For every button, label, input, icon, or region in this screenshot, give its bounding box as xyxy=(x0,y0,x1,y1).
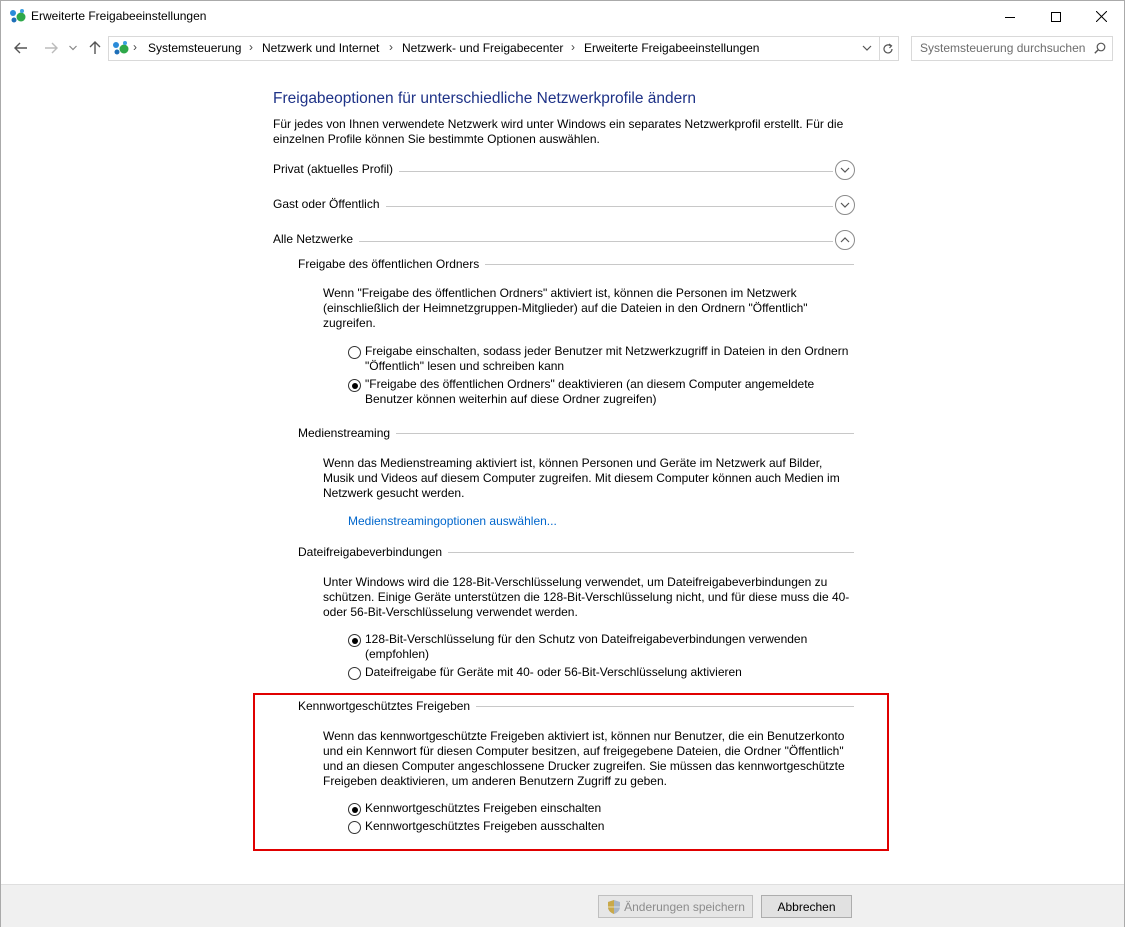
profile-header-private[interactable]: Privat (aktuelles Profil) xyxy=(273,160,855,186)
chevron-down-icon xyxy=(69,45,77,51)
collapse-chevron-icon[interactable] xyxy=(835,230,855,250)
profile-label: Privat (aktuelles Profil) xyxy=(273,162,400,176)
radio-button[interactable] xyxy=(348,379,361,392)
window-title: Erweiterte Freigabeeinstellungen xyxy=(31,9,207,23)
profile-header-guest-public[interactable]: Gast oder Öffentlich xyxy=(273,195,855,221)
search-box[interactable] xyxy=(911,36,1113,61)
breadcrumb-item[interactable]: Erweiterte Freigabeeinstellungen xyxy=(584,41,759,55)
radio-button[interactable] xyxy=(348,346,361,359)
breadcrumb-separator-icon: › xyxy=(133,40,137,54)
highlight-box xyxy=(253,693,889,851)
section-title: Dateifreigabeverbindungen xyxy=(298,545,449,559)
section-description: Wenn "Freigabe des öffentlichen Ordners"… xyxy=(323,286,808,330)
uac-shield-icon xyxy=(608,899,621,914)
radio-public-folder-disable[interactable]: "Freigabe des öffentlichen Ordners" deak… xyxy=(348,377,814,407)
section-title: Medienstreaming xyxy=(298,426,397,440)
section-title: Freigabe des öffentlichen Ordners xyxy=(298,257,486,271)
breadcrumb-item[interactable]: Netzwerk und Internet xyxy=(262,41,379,55)
address-bar[interactable]: › Systemsteuerung › Netzwerk und Interne… xyxy=(108,36,880,61)
radio-40-56bit-encryption[interactable]: Dateifreigabe für Geräte mit 40- oder 56… xyxy=(348,665,742,680)
search-icon[interactable] xyxy=(1094,42,1106,57)
profile-label: Gast oder Öffentlich xyxy=(273,197,386,211)
section-media-streaming-header: Medienstreaming xyxy=(298,426,854,442)
back-button[interactable] xyxy=(11,37,31,59)
cancel-button[interactable]: Abbrechen xyxy=(761,895,852,918)
media-streaming-options-link[interactable]: Medienstreamingoptionen auswählen... xyxy=(348,514,557,528)
network-icon xyxy=(9,8,27,24)
breadcrumb-item[interactable]: Netzwerk- und Freigabecenter xyxy=(402,41,563,55)
refresh-icon xyxy=(883,43,893,53)
profile-label: Alle Netzwerke xyxy=(273,232,360,246)
refresh-button[interactable] xyxy=(878,36,899,61)
minimize-button[interactable] xyxy=(987,1,1033,32)
breadcrumb-separator-icon: › xyxy=(389,40,393,54)
back-arrow-icon xyxy=(14,42,27,54)
title-bar: Erweiterte Freigabeeinstellungen xyxy=(1,1,1124,32)
window: Erweiterte Freigabeeinstellungen › Syste… xyxy=(0,0,1125,927)
section-file-sharing-header: Dateifreigabeverbindungen xyxy=(298,545,854,561)
radio-button[interactable] xyxy=(348,634,361,647)
address-dropdown-icon[interactable] xyxy=(861,41,875,55)
profile-header-all-networks[interactable]: Alle Netzwerke xyxy=(273,230,855,256)
section-public-folder-header: Freigabe des öffentlichen Ordners xyxy=(298,257,854,273)
expand-chevron-icon[interactable] xyxy=(835,195,855,215)
section-description: Wenn das Medienstreaming aktiviert ist, … xyxy=(323,456,840,500)
page-title: Freigabeoptionen für unterschiedliche Ne… xyxy=(273,90,697,107)
radio-button[interactable] xyxy=(348,667,361,680)
recent-locations-button[interactable] xyxy=(67,37,79,59)
network-icon xyxy=(112,40,130,56)
maximize-button[interactable] xyxy=(1033,1,1079,32)
radio-128bit-encryption[interactable]: 128-Bit-Verschlüsselung für den Schutz v… xyxy=(348,632,807,662)
save-changes-button[interactable]: Änderungen speichern xyxy=(598,895,753,918)
breadcrumb-separator-icon: › xyxy=(249,40,253,54)
expand-chevron-icon[interactable] xyxy=(835,160,855,180)
forward-button[interactable] xyxy=(41,37,61,59)
navigation-bar: › Systemsteuerung › Netzwerk und Interne… xyxy=(1,32,1124,66)
radio-public-folder-enable[interactable]: Freigabe einschalten, sodass jeder Benut… xyxy=(348,344,848,374)
footer-bar: Änderungen speichern Abbrechen xyxy=(1,884,1124,927)
maximize-icon xyxy=(1051,11,1061,22)
forward-arrow-icon xyxy=(45,42,58,54)
intro-text: Für jedes von Ihnen verwendete Netzwerk … xyxy=(273,117,844,146)
up-button[interactable] xyxy=(87,37,103,59)
close-icon xyxy=(1095,11,1107,22)
minimize-icon xyxy=(1005,16,1015,18)
section-description: Unter Windows wird die 128-Bit-Verschlüs… xyxy=(323,575,850,619)
breadcrumb-separator-icon: › xyxy=(571,40,575,54)
close-button[interactable] xyxy=(1078,1,1124,32)
up-arrow-icon xyxy=(89,41,101,54)
breadcrumb-item[interactable]: Systemsteuerung xyxy=(148,41,241,55)
search-input[interactable] xyxy=(912,37,1090,58)
